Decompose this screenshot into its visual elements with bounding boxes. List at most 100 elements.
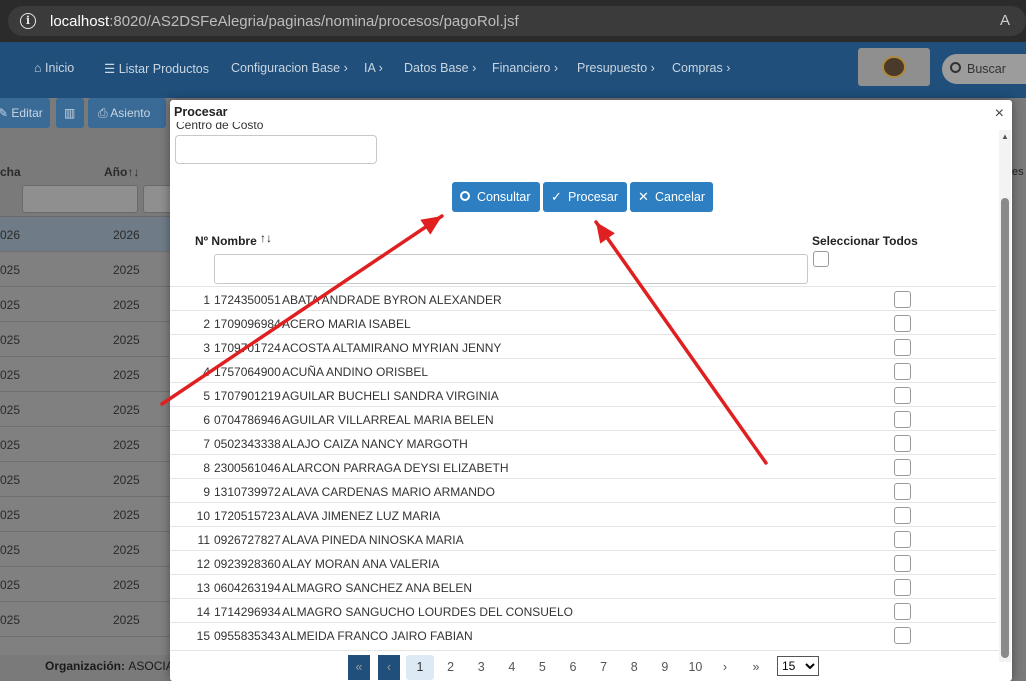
employee-row[interactable]: 6 0704786946 AGUILAR VILLARREAL MARIA BELE…: [170, 406, 996, 430]
bg-filter-anio[interactable]: [143, 185, 173, 213]
page-button[interactable]: 5: [528, 655, 556, 680]
header-num-nombre[interactable]: Nº Nombre: [195, 234, 257, 248]
bg-table-row[interactable]: 025 2025: [0, 287, 170, 322]
nav-ia[interactable]: IA ›: [364, 61, 383, 75]
row-checkbox[interactable]: [894, 363, 911, 380]
bg-cell-anio: 2025: [113, 438, 140, 452]
page-button[interactable]: 3: [467, 655, 495, 680]
nav-inicio[interactable]: ⌂ Inicio: [34, 61, 74, 75]
employee-row[interactable]: 3 1709701724 ACOSTA ALTAMIRANO MYRIAN JENN…: [170, 334, 996, 358]
employee-row[interactable]: 9 1310739972 ALAVA CARDENAS MARIO ARMANDO: [170, 478, 996, 502]
bg-table-row[interactable]: 025 2025: [0, 462, 170, 497]
procesar-button[interactable]: ✓ Procesar: [543, 182, 627, 212]
scrollbar-thumb[interactable]: [1001, 198, 1009, 658]
nav-configuracion-base[interactable]: Configuracion Base ›: [231, 61, 348, 75]
close-icon[interactable]: ×: [995, 105, 1004, 123]
row-checkbox[interactable]: [894, 291, 911, 308]
bg-table-row[interactable]: 025 2025: [0, 392, 170, 427]
cancelar-button[interactable]: ✕ Cancelar: [630, 182, 713, 212]
employee-row[interactable]: 4 1757064900 ACUÑA ANDINO ORISBEL: [170, 358, 996, 382]
nav-financiero[interactable]: Financiero ›: [492, 61, 558, 75]
bg-table-row[interactable]: 026 2026: [0, 217, 170, 252]
page-button[interactable]: 9: [651, 655, 679, 680]
row-number: 4: [203, 365, 210, 379]
nav-presupuesto[interactable]: Presupuesto ›: [577, 61, 655, 75]
row-number: 1: [203, 293, 210, 307]
url-text[interactable]: localhost:8020/AS2DSFeAlegria/paginas/no…: [50, 13, 519, 30]
employee-row[interactable]: 2 1709096984 ACERO MARIA ISABEL: [170, 310, 996, 334]
bg-table-row[interactable]: 025 2025: [0, 427, 170, 462]
employee-row[interactable]: 15 0955835343 ALMEIDA FRANCO JAIRO FABIAN: [170, 622, 996, 646]
bank-button[interactable]: ▥: [56, 98, 84, 128]
row-checkbox[interactable]: [894, 603, 911, 620]
prev-page-button[interactable]: ‹: [378, 655, 400, 680]
page-button[interactable]: 4: [498, 655, 526, 680]
employee-row[interactable]: 5 1707901219 AGUILAR BUCHELI SANDRA VIRGIN…: [170, 382, 996, 406]
row-checkbox[interactable]: [894, 555, 911, 572]
nav-search[interactable]: Buscar: [942, 54, 1026, 84]
bg-cell-fecha: 025: [0, 473, 21, 487]
bg-filter-fecha[interactable]: [22, 185, 138, 213]
employee-row[interactable]: 10 1720515723 ALAVA JIMENEZ LUZ MARIA: [170, 502, 996, 526]
page-button[interactable]: 8: [620, 655, 648, 680]
page-button[interactable]: 10: [681, 655, 709, 680]
bg-table-row[interactable]: 025 2025: [0, 567, 170, 602]
employee-row[interactable]: 11 0926727827 ALAVA PINEDA NINOSKA MARIA: [170, 526, 996, 550]
background-right-edge: es: [1012, 98, 1026, 655]
asiento-button[interactable]: ⎙ Asiento: [88, 98, 166, 128]
page-button[interactable]: 7: [590, 655, 618, 680]
info-icon[interactable]: i: [20, 13, 36, 29]
employee-row[interactable]: 1 1724350051 ABATA ANDRADE BYRON ALEXANDER: [170, 286, 996, 310]
bg-table-row[interactable]: 025 2025: [0, 322, 170, 357]
employee-row[interactable]: 8 2300561046 ALARCON PARRAGA DEYSI ELIZABE…: [170, 454, 996, 478]
page-button[interactable]: 6: [559, 655, 587, 680]
bg-table-row[interactable]: 025 2025: [0, 357, 170, 392]
select-all-checkbox[interactable]: [813, 251, 829, 267]
sort-icon[interactable]: ↑↓: [260, 231, 272, 245]
nav-listar-productos[interactable]: ☰ Listar Productos: [104, 61, 209, 76]
page-button[interactable]: 1: [406, 655, 434, 680]
row-checkbox[interactable]: [894, 507, 911, 524]
row-checkbox[interactable]: [894, 531, 911, 548]
row-checkbox[interactable]: [894, 339, 911, 356]
row-checkbox[interactable]: [894, 387, 911, 404]
row-checkbox[interactable]: [894, 411, 911, 428]
row-checkbox[interactable]: [894, 579, 911, 596]
logo-button[interactable]: [858, 48, 930, 86]
bg-cell-fecha: 025: [0, 438, 21, 452]
row-cedula: 1724350051: [214, 293, 281, 307]
row-checkbox[interactable]: [894, 483, 911, 500]
row-cedula: 0923928360: [214, 557, 281, 571]
bg-table-row[interactable]: 025 2025: [0, 602, 170, 637]
nav-compras[interactable]: Compras ›: [672, 61, 730, 75]
bg-cell-anio: 2025: [113, 543, 140, 557]
page-size-select[interactable]: 15: [777, 656, 819, 676]
bg-col-anio[interactable]: Año↑↓: [104, 165, 139, 179]
consultar-button[interactable]: Consultar: [452, 182, 540, 212]
row-checkbox[interactable]: [894, 627, 911, 644]
row-checkbox[interactable]: [894, 459, 911, 476]
bg-table-row[interactable]: 025 2025: [0, 252, 170, 287]
bg-table-row[interactable]: 025 2025: [0, 497, 170, 532]
col-nombre-label: Nombre: [211, 234, 257, 248]
first-page-button[interactable]: «: [348, 655, 370, 680]
scroll-up-icon[interactable]: ▲: [1001, 132, 1009, 141]
centro-costo-input[interactable]: [175, 135, 377, 164]
row-checkbox[interactable]: [894, 315, 911, 332]
employee-row[interactable]: 12 0923928360 ALAY MORAN ANA VALERIA: [170, 550, 996, 574]
employee-row[interactable]: 7 0502343338 ALAJO CAIZA NANCY MARGOTH: [170, 430, 996, 454]
edit-button[interactable]: ✎ Editar: [0, 98, 50, 128]
dialog-scrollbar[interactable]: ▲: [999, 130, 1011, 662]
read-aloud-icon[interactable]: A: [1000, 12, 1010, 29]
employee-row[interactable]: 13 0604263194 ALMAGRO SANCHEZ ANA BELEN: [170, 574, 996, 598]
next-page-button[interactable]: ›: [714, 655, 736, 680]
nombre-filter-input[interactable]: [214, 254, 808, 284]
row-checkbox[interactable]: [894, 435, 911, 452]
page-button[interactable]: 2: [437, 655, 465, 680]
nav-datos-base[interactable]: Datos Base ›: [404, 61, 476, 75]
bg-table-row[interactable]: 025 2025: [0, 532, 170, 567]
row-cedula: 1714296934: [214, 605, 281, 619]
last-page-button[interactable]: »: [744, 655, 768, 680]
bg-cell-anio: 2025: [113, 508, 140, 522]
employee-row[interactable]: 14 1714296934 ALMAGRO SANGUCHO LOURDES DEL…: [170, 598, 996, 622]
